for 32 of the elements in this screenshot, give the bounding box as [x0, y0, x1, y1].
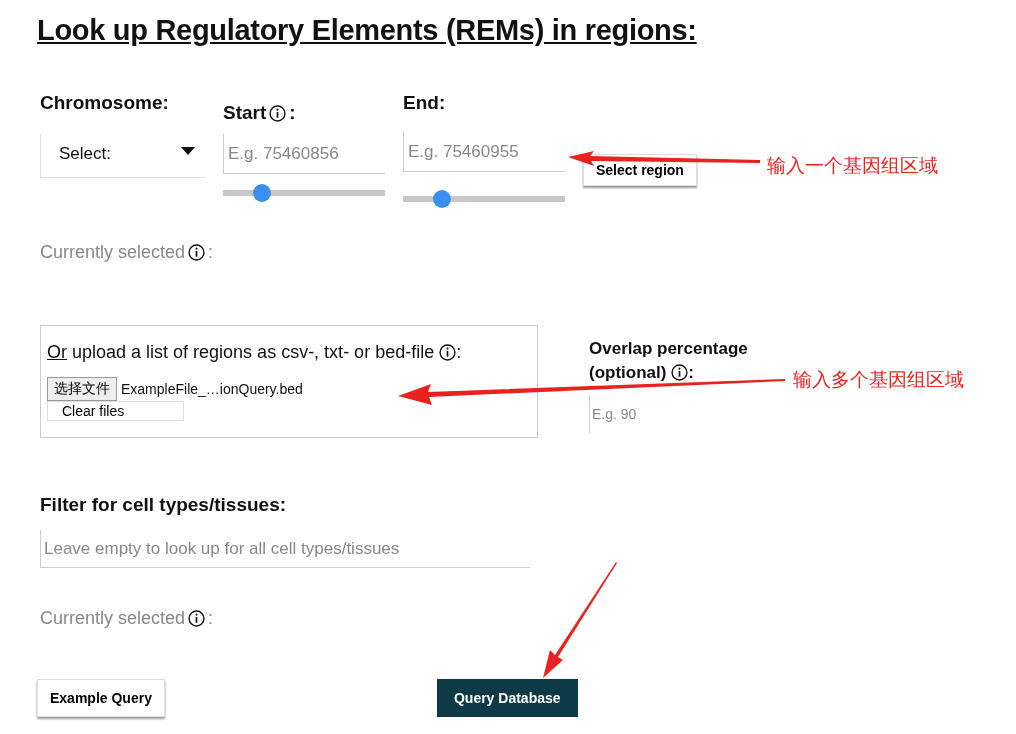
field-label: End:: [403, 92, 446, 114]
filter-heading: Filter for cell types/tissues:: [40, 494, 288, 516]
choose-file-button[interactable]: 选择文件: [47, 377, 117, 401]
filter-input[interactable]: Leave empty to look up for all cell types/tissues: [40, 530, 530, 568]
annotation-text: 输入多个基因组区域: [793, 368, 964, 392]
field-label: Chromosome:: [40, 92, 170, 114]
info-icon[interactable]: [671, 364, 689, 381]
example-query-button[interactable]: Example Query: [37, 679, 165, 717]
currently-selected-label: Currently selected: [40, 608, 186, 629]
file-name: ExampleFile_…ionQuery.bed: [121, 381, 303, 397]
slider-thumb[interactable]: [252, 184, 271, 202]
caret-icon: [181, 146, 195, 155]
info-icon[interactable]: [188, 244, 206, 261]
or-link[interactable]: Or: [47, 342, 67, 363]
chromosome-dropdown[interactable]: Select:: [40, 134, 205, 178]
upload-instruction: Or upload a list of regions as csv-, txt- or bed-file :: [47, 342, 463, 363]
info-icon[interactable]: [188, 610, 206, 627]
position-input[interactable]: E.g. 75460856: [223, 134, 385, 174]
currently-selected-label: Currently selected: [40, 242, 186, 263]
label-colon: :: [289, 102, 296, 124]
overlap-label: Overlap percentage (optional) :: [589, 338, 749, 384]
annotation-text: 输入一个基因组区域: [767, 154, 938, 178]
info-icon[interactable]: [269, 104, 287, 122]
query-database-button[interactable]: Query Database: [436, 679, 578, 717]
label-colon: :: [208, 608, 214, 629]
slider-thumb[interactable]: [432, 190, 451, 208]
page-title: Look up Regulatory Elements (REMs) in regions:: [37, 13, 698, 48]
clear-files-button[interactable]: Clear files: [47, 401, 184, 421]
position-input[interactable]: E.g. 75460955: [403, 132, 565, 172]
field-label: Start: [223, 102, 267, 124]
label-colon: :: [208, 242, 214, 263]
info-icon[interactable]: [439, 344, 457, 361]
